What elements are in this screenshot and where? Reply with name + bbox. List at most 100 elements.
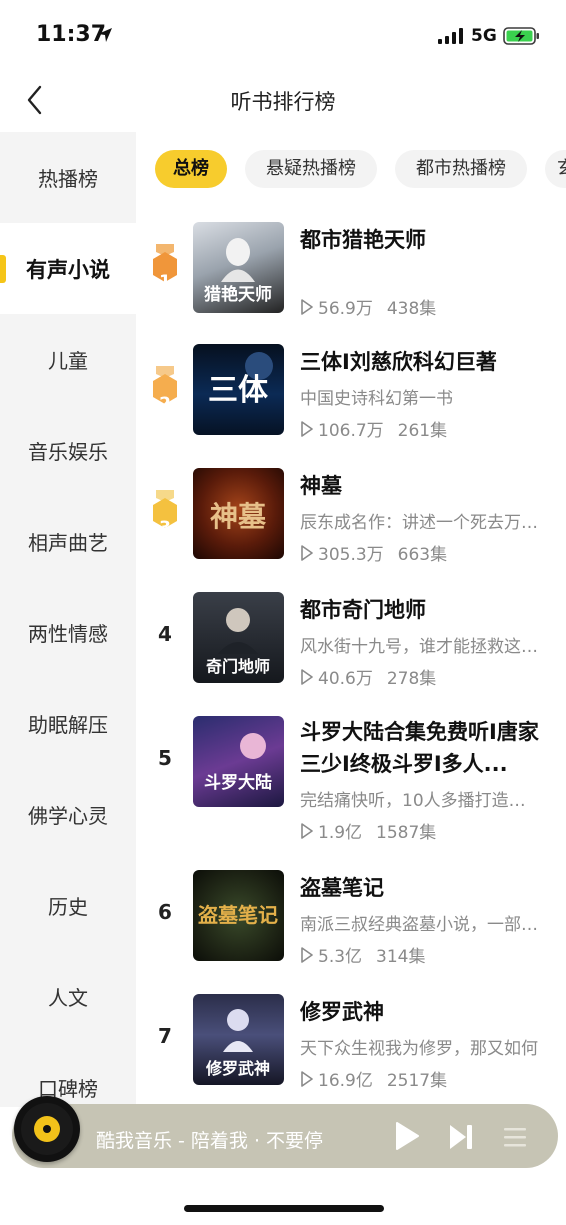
sidebar-item-audio-novel[interactable]: 有声小说 (0, 223, 136, 314)
rank-number: 1 (159, 272, 171, 292)
page-title: 听书排行榜 (230, 90, 336, 114)
book-title: 盗墓笔记 (300, 876, 384, 900)
location-arrow-icon (96, 26, 114, 48)
book-title: 三体I刘慈欣科幻巨著 (300, 350, 497, 374)
cover-title: 斗罗大陆 (204, 772, 272, 793)
sidebar-item-label: 有声小说 (26, 257, 110, 282)
network-type: 5G (471, 26, 497, 46)
book-stats: 56.9万 438集 (300, 294, 436, 319)
play-count: 56.9万 (318, 299, 373, 319)
list-item[interactable]: 6 盗墓笔记 盗墓笔记 南派三叔经典盗墓小说，一部传奇 5.3亿 314集 (136, 870, 566, 967)
rank-number: 6 (158, 900, 172, 924)
book-description: 南派三叔经典盗墓小说，一部传奇 (300, 915, 540, 935)
sidebar-item-label: 历史 (48, 895, 88, 919)
tab-urban[interactable]: 都市热播榜 (395, 150, 527, 188)
book-stats: 40.6万 278集 (300, 664, 436, 689)
playlist-button[interactable] (502, 1124, 528, 1154)
list-item[interactable]: 2 三体 三体I刘慈欣科幻巨著 中国史诗科幻第一书 106.7万 261集 (136, 344, 566, 441)
play-icon (396, 1122, 419, 1150)
sidebar-item-label: 佛学心灵 (28, 804, 108, 828)
nav-bar: 听书排行榜 (0, 70, 566, 130)
episode-count: 663集 (397, 545, 448, 565)
sidebar-item-buddhism[interactable]: 佛学心灵 (0, 769, 136, 860)
ranking-list: 1 猎艳天师 都市猎艳天师 56.9万 438集 2 三体 三体I刘慈欣科幻巨著… (136, 200, 566, 1100)
play-count-icon (301, 946, 313, 963)
play-count: 1.9亿 (318, 823, 363, 843)
book-stats: 16.9亿 2517集 (300, 1066, 447, 1091)
tab-fantasy[interactable]: 玄 (545, 150, 566, 188)
book-title: 都市猎艳天师 (300, 228, 426, 252)
rank-number: 3 (159, 518, 171, 538)
book-description: 完结痛快听，10人多播打造经典 (300, 791, 540, 811)
sidebar-item-label: 助眠解压 (28, 713, 108, 737)
ranking-tabs: 总榜 悬疑热播榜 都市热播榜 玄 (136, 150, 566, 190)
list-item[interactable]: 5 斗罗大陆 斗罗大陆合集免费听I唐家三少I终极斗罗I多人... 完结痛快听，1… (136, 716, 566, 843)
episode-count: 314集 (376, 947, 426, 967)
list-item[interactable]: 3 神墓 神墓 辰东成名作：讲述一个死去万年的人复活 305.3万 663集 (136, 468, 566, 565)
play-count: 5.3亿 (318, 947, 363, 967)
sidebar-item-sleep[interactable]: 助眠解压 (0, 678, 136, 769)
home-indicator (184, 1205, 384, 1212)
book-cover: 猎艳天师 (193, 222, 284, 313)
episode-count: 278集 (386, 669, 437, 689)
book-cover: 三体 (193, 344, 284, 435)
book-cover: 修罗武神 (193, 994, 284, 1085)
play-count-icon (301, 544, 313, 561)
book-description: 辰东成名作：讲述一个死去万年的人复活 (300, 513, 540, 533)
sidebar-item-humanities[interactable]: 人文 (0, 951, 136, 1042)
tab-overall[interactable]: 总榜 (155, 150, 227, 188)
next-button[interactable] (446, 1122, 476, 1156)
skip-next-icon (450, 1125, 472, 1149)
sidebar-item-label: 相声曲艺 (28, 531, 108, 555)
cover-title: 修罗武神 (205, 1059, 270, 1078)
status-bar: 11:37 5G (0, 0, 566, 70)
episode-count: 1587集 (376, 823, 437, 843)
playlist-icon (504, 1128, 526, 1147)
sidebar-item-label: 人文 (48, 986, 88, 1010)
book-description: 风水街十九号，谁才能拯救这座城 (300, 637, 540, 657)
episode-count: 261集 (397, 421, 448, 441)
sidebar-item-label: 音乐娱乐 (28, 440, 108, 464)
sidebar-item-label: 儿童 (48, 349, 88, 373)
now-playing-text[interactable]: 酷我音乐 - 陪着我 · 不要停 (96, 1126, 323, 1153)
play-count: 106.7万 (318, 421, 384, 441)
tab-mystery[interactable]: 悬疑热播榜 (245, 150, 377, 188)
list-item[interactable]: 7 修罗武神 修罗武神 天下众生视我为修罗，那又如何 16.9亿 2517集 (136, 994, 566, 1091)
rank-number: 2 (159, 394, 171, 414)
rank-number: 4 (158, 622, 172, 646)
sidebar-item-crosstalk[interactable]: 相声曲艺 (0, 496, 136, 587)
play-count: 40.6万 (318, 669, 373, 689)
book-description: 中国史诗科幻第一书 (300, 389, 453, 409)
sidebar-item-music-entertainment[interactable]: 音乐娱乐 (0, 405, 136, 496)
play-count-icon (301, 668, 313, 685)
book-stats: 5.3亿 314集 (300, 942, 426, 967)
category-sidebar: 热播榜 有声小说 儿童 音乐娱乐 相声曲艺 两性情感 助眠解压 佛学心灵 历史 … (0, 132, 136, 1107)
sidebar-item-label: 两性情感 (28, 622, 108, 646)
play-count-icon (301, 822, 313, 839)
battery-charging-icon (503, 26, 541, 50)
cover-title: 奇门地师 (206, 657, 270, 676)
list-item[interactable]: 1 猎艳天师 都市猎艳天师 56.9万 438集 (136, 222, 566, 319)
book-stats: 106.7万 261集 (300, 416, 447, 441)
book-title: 神墓 (300, 474, 342, 498)
book-cover: 神墓 (193, 468, 284, 559)
sidebar-item-hot[interactable]: 热播榜 (0, 132, 136, 223)
play-count: 305.3万 (318, 545, 384, 565)
book-description: 天下众生视我为修罗，那又如何 (300, 1039, 538, 1059)
sidebar-item-history[interactable]: 历史 (0, 860, 136, 951)
sidebar-item-relationships[interactable]: 两性情感 (0, 587, 136, 678)
book-title: 斗罗大陆合集免费听I唐家三少I终极斗罗I多人... (300, 720, 539, 776)
play-count: 16.9亿 (318, 1071, 373, 1091)
rank-number: 7 (158, 1024, 172, 1048)
book-title: 都市奇门地师 (300, 598, 426, 622)
play-count-icon (301, 298, 313, 315)
book-title: 修罗武神 (300, 1000, 384, 1024)
list-item[interactable]: 4 奇门地师 都市奇门地师 风水街十九号，谁才能拯救这座城 40.6万 278集 (136, 592, 566, 689)
book-stats: 1.9亿 1587集 (300, 818, 436, 843)
book-cover: 盗墓笔记 (193, 870, 284, 961)
play-button[interactable] (392, 1120, 422, 1156)
sidebar-item-children[interactable]: 儿童 (0, 314, 136, 405)
rank-number: 5 (158, 746, 172, 770)
album-disc-icon[interactable] (14, 1096, 80, 1162)
cover-title: 三体 (208, 373, 269, 408)
